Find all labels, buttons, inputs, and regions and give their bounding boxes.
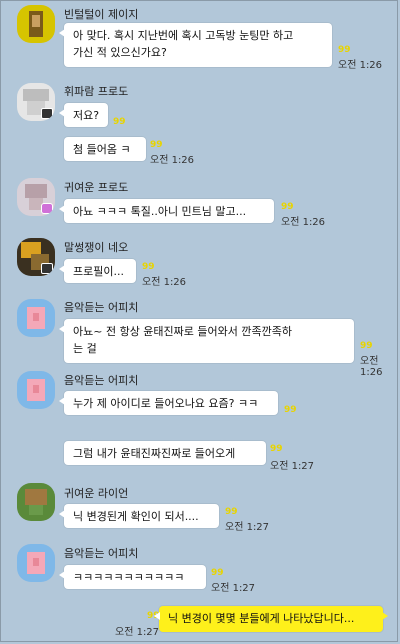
sender-name: 휘파람 프로도	[64, 85, 129, 98]
my-message-bubble[interactable]: 닉 변경이 몇몇 분들에게 나타났답니다...	[154, 606, 388, 632]
sender-name: 귀여운 프로도	[64, 181, 129, 194]
avatar-troublemaker-neo[interactable]	[17, 238, 55, 276]
message-bubble[interactable]: 저요?	[59, 103, 108, 127]
message-bubble[interactable]: 아 맞다. 혹시 지난번에 혹시 고독방 눈팅만 하고 가신 적 있으신가요?	[59, 23, 332, 67]
message-time: 오전 1:26	[142, 277, 187, 288]
sender-name: 음악듣는 어피치	[64, 301, 139, 314]
message-bubble[interactable]: ㅋㅋㅋㅋㅋㅋㅋㅋㅋㅋㅋ	[59, 565, 206, 589]
message-line: 프로필이...	[73, 265, 124, 278]
message-bubble[interactable]: 첨 들어옴 ㅋ	[64, 137, 146, 161]
unread-count: 99	[338, 45, 351, 55]
avatar-music-apeach[interactable]	[17, 371, 55, 409]
avatar-cute-frodo[interactable]	[17, 178, 55, 216]
sender-name: 빈털털이 제이지	[64, 8, 139, 21]
message-bubble[interactable]: 닉 변경된게 확인이 되서....	[59, 504, 219, 528]
unread-count: 99	[211, 568, 224, 578]
message-time: 오전 1:27	[225, 522, 270, 533]
message-line: ㅋㅋㅋㅋㅋㅋㅋㅋㅋㅋㅋ	[73, 571, 185, 584]
message-bubble[interactable]: 아뇨~ 전 항상 윤태진짜로 들어와서 깐족깐족하 는 걸	[59, 319, 354, 363]
message-line: 그럼 내가 윤태진짜진짜로 들어오게	[73, 447, 236, 460]
sender-name: 음악듣는 어피치	[64, 547, 139, 560]
message-time: 오전 1:27	[270, 461, 315, 472]
unread-count: 99	[360, 341, 373, 351]
avatar-binteolteori-jay-z[interactable]	[17, 5, 55, 43]
crown-icon	[41, 203, 53, 214]
profile-badge-icon	[41, 108, 53, 119]
message-time: 오전 1:27	[115, 627, 160, 638]
message-line: 아 맞다. 혹시 지난번에 혹시 고독방 눈팅만 하고	[73, 29, 294, 42]
unread-count: 99	[150, 140, 163, 150]
message-time: 오전 1:26	[360, 356, 383, 378]
message-line: 닉 변경된게 확인이 되서....	[73, 510, 199, 523]
avatar-music-apeach[interactable]	[17, 544, 55, 582]
unread-count: 99	[284, 405, 297, 415]
message-line: 는 걸	[73, 342, 97, 355]
avatar-cute-ryan[interactable]	[17, 483, 55, 521]
message-bubble[interactable]: 프로필이...	[59, 259, 136, 283]
unread-count: 99	[281, 202, 294, 212]
message-line: 아뇨 ㅋㅋㅋ 톡질..아니 민트님 말고...	[73, 205, 247, 218]
message-time: 오전 1:26	[150, 155, 195, 166]
unread-count: 99	[142, 262, 155, 272]
message-line: 누가 제 아이디로 들어오나요 요즘? ㅋㅋ	[73, 397, 259, 410]
message-time: 오전 1:27	[211, 583, 256, 594]
unread-count: 99	[270, 444, 283, 454]
avatar-hwiparam-frodo[interactable]	[17, 83, 55, 121]
message-bubble[interactable]: 아뇨 ㅋㅋㅋ 톡질..아니 민트님 말고...	[59, 199, 274, 223]
message-line: 아뇨~ 전 항상 윤태진짜로 들어와서 깐족깐족하	[73, 325, 292, 338]
sender-name: 음악듣는 어피치	[64, 374, 139, 387]
message-line: 가신 적 있으신가요?	[73, 46, 167, 59]
unread-count: 99	[113, 117, 126, 127]
message-line: 저요?	[73, 109, 100, 122]
message-bubble[interactable]: 그럼 내가 윤태진짜진짜로 들어오게	[64, 441, 266, 465]
unread-count: 99	[225, 507, 238, 517]
sender-name: 말썽쟁이 네오	[64, 241, 129, 254]
message-line: 닉 변경이 몇몇 분들에게 나타났답니다...	[168, 612, 355, 625]
message-time: 오전 1:26	[338, 60, 383, 71]
avatar-music-apeach[interactable]	[17, 299, 55, 337]
message-line: 첨 들어옴 ㅋ	[73, 143, 131, 156]
message-time: 오전 1:26	[281, 217, 326, 228]
sender-name: 귀여운 라이언	[64, 487, 129, 500]
profile-badge-icon	[41, 263, 53, 274]
chat-window: 빈털털이 제이지 아 맞다. 혹시 지난번에 혹시 고독방 눈팅만 하고 가신 …	[0, 0, 398, 642]
message-bubble[interactable]: 누가 제 아이디로 들어오나요 요즘? ㅋㅋ	[59, 391, 278, 415]
